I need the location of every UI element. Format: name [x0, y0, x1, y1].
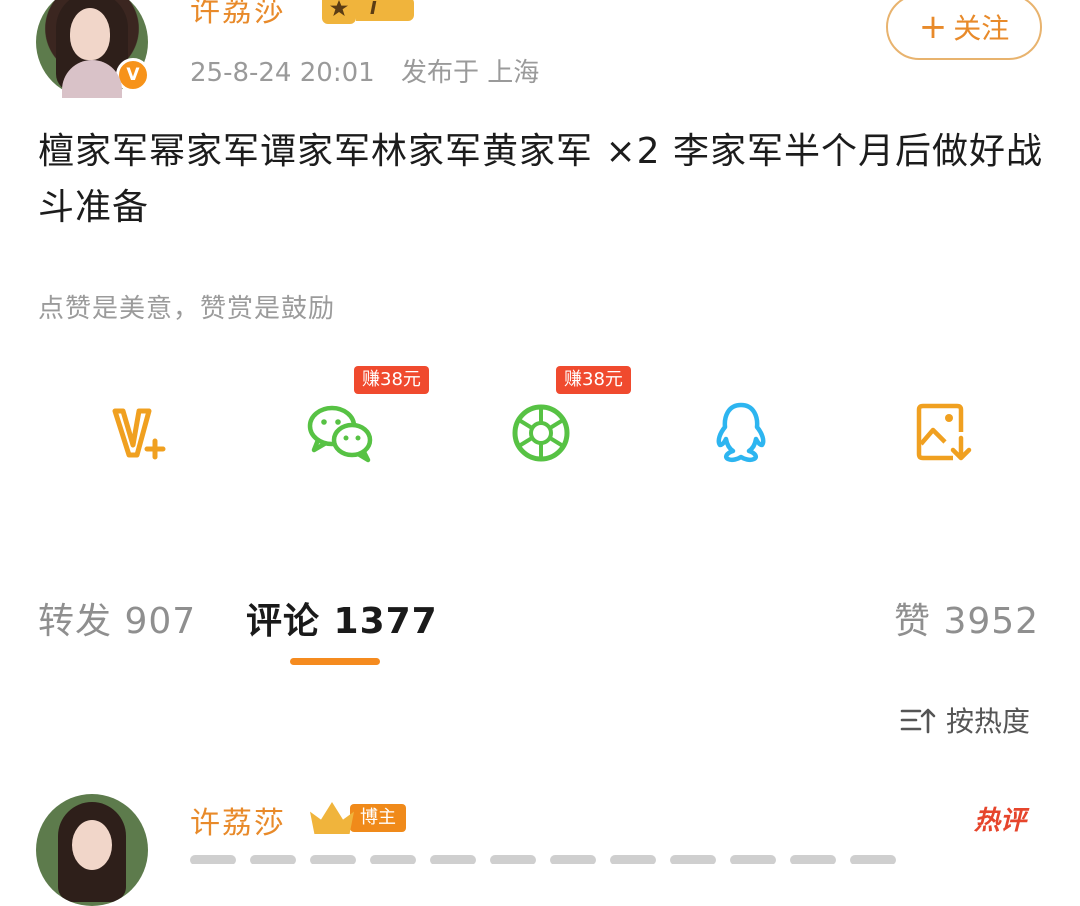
crown-icon — [322, 0, 356, 24]
moments-reward-tag: 赚38元 — [556, 366, 631, 394]
level-badge-label: I — [356, 0, 414, 21]
save-image-button[interactable] — [908, 398, 978, 468]
hot-comment-label: 热评 — [974, 806, 1027, 836]
level-badge: I — [322, 0, 418, 24]
tab-comments[interactable]: 评论 1377 — [246, 592, 438, 644]
qq-icon — [716, 402, 766, 463]
tab-repost[interactable]: 转发 907 — [38, 592, 196, 644]
vplus-icon — [112, 408, 166, 460]
post-time: 25-8-24 20:01 — [190, 58, 375, 88]
wechat-icon — [307, 405, 373, 463]
post-meta: 25-8-24 20:01 发布于 上海 — [190, 52, 539, 89]
moments-icon — [512, 404, 570, 462]
plus-icon: + — [918, 7, 948, 47]
share-qq-button[interactable] — [706, 398, 776, 468]
post-location: 发布于 上海 — [400, 58, 540, 88]
share-moments-button[interactable] — [506, 398, 576, 468]
blogger-badge-label: 博主 — [350, 804, 406, 832]
comment-author-name[interactable]: 许荔莎 — [190, 798, 286, 842]
tab-likes[interactable]: 赞 3952 — [894, 592, 1039, 644]
share-wechat-button[interactable] — [306, 398, 376, 468]
save-image-icon — [916, 403, 972, 461]
blogger-badge: 博主 — [310, 802, 406, 834]
reward-tip: 点赞是美意，赞赏是鼓励 — [38, 294, 336, 324]
crown-icon — [310, 802, 354, 834]
follow-label: 关注 — [953, 12, 1010, 45]
sort-toggle[interactable]: 按热度 — [900, 700, 1030, 740]
post-content: 檀家军幂家军谭家军林家军黄家军 ×2 李家军半个月后做好战斗准备 — [38, 131, 1043, 228]
sort-icon — [900, 708, 936, 734]
sort-label: 按热度 — [946, 705, 1031, 738]
follow-button[interactable]: + 关注 — [886, 0, 1042, 60]
wechat-reward-tag: 赚38元 — [354, 366, 429, 394]
author-name[interactable]: 许荔莎 — [190, 0, 286, 30]
active-tab-indicator — [290, 658, 380, 665]
share-vplus-button[interactable] — [104, 398, 174, 468]
comment-avatar[interactable] — [36, 794, 148, 906]
